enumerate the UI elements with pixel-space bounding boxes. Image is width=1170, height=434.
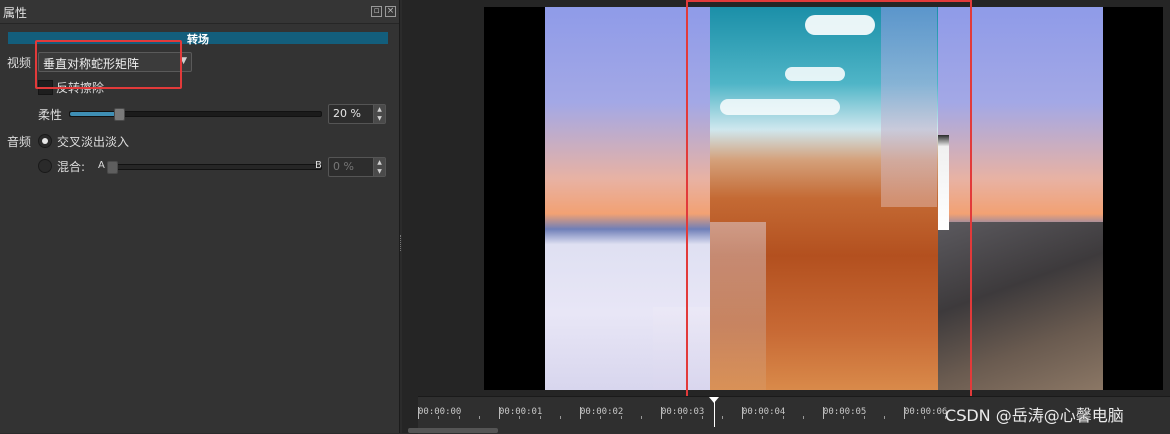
ruler-tick (721, 416, 723, 419)
softness-label: 柔性 (38, 108, 63, 122)
timecode-label: 00:00:05 (823, 407, 867, 417)
ruler-tick (823, 407, 824, 419)
timecode-label: 00:00:04 (742, 407, 786, 417)
timecode-label: 00:00:00 (418, 407, 462, 417)
ruler-tick (802, 416, 804, 419)
ruler-tick (580, 407, 581, 419)
ruler-tick (620, 416, 622, 419)
softness-spin-buttons[interactable]: ▲ ▼ (373, 105, 385, 123)
ruler-tick (904, 407, 905, 419)
watermark-text: CSDN @岳涛@心馨电脑 (945, 406, 1124, 425)
mix-spin-buttons[interactable]: ▲ ▼ (373, 158, 385, 176)
spin-down-icon[interactable]: ▼ (374, 114, 385, 123)
softness-value: 20 % (333, 107, 361, 120)
video-label: 视频 (7, 56, 32, 70)
annotation-highlight-box (35, 40, 182, 89)
ruler-tick (742, 407, 743, 419)
ruler-tick (681, 416, 683, 419)
properties-panel: 属性 ▫ × 转场 视频 垂直对称蛇形矩阵 ▼ 反转擦除 柔性 20 % ▲ ▼… (0, 0, 400, 433)
ruler-tick (782, 416, 784, 419)
spin-up-icon[interactable]: ▲ (374, 158, 385, 167)
ruler-tick (762, 416, 764, 419)
ruler-tick (478, 416, 480, 419)
ruler-tick (499, 407, 500, 419)
close-icon[interactable]: × (385, 6, 396, 17)
timecode-label: 00:00:03 (661, 407, 705, 417)
timecode-label: 00:00:02 (580, 407, 624, 417)
audio-label: 音频 (7, 135, 32, 149)
ruler-tick (438, 416, 440, 419)
crossfade-label: 交叉淡出淡入 (57, 135, 130, 149)
softness-spinbox[interactable]: 20 % ▲ ▼ (328, 104, 386, 124)
mix-slider-handle[interactable] (107, 161, 118, 174)
ruler-tick (863, 416, 865, 419)
softness-slider-fill (70, 112, 121, 116)
ruler-tick (843, 416, 845, 419)
softness-slider[interactable] (69, 111, 322, 117)
float-icon[interactable]: ▫ (371, 6, 382, 17)
mix-label: 混合: (57, 160, 86, 174)
spin-down-icon[interactable]: ▼ (374, 167, 385, 176)
mix-radio[interactable] (38, 159, 52, 173)
panel-title: 属性 (3, 6, 28, 20)
mix-spinbox[interactable]: 0 % ▲ ▼ (328, 157, 386, 177)
ruler-tick (883, 416, 885, 419)
ruler-tick (559, 416, 561, 419)
ruler-tick (418, 407, 419, 419)
mix-value: 0 % (333, 160, 354, 173)
ruler-tick (924, 416, 926, 419)
softness-slider-handle[interactable] (114, 108, 126, 121)
timecode-label: 00:00:06 (904, 407, 948, 417)
ruler-tick (701, 416, 703, 419)
playhead-line[interactable] (714, 397, 715, 427)
mix-a-label: A (98, 160, 105, 171)
ruler-tick (539, 416, 541, 419)
horizontal-scrollbar[interactable] (408, 428, 498, 433)
ruler-tick (661, 407, 662, 419)
mix-b-label: B (315, 160, 322, 171)
spin-up-icon[interactable]: ▲ (374, 105, 385, 114)
mix-slider[interactable] (112, 164, 322, 170)
ruler-tick (519, 416, 521, 419)
annotation-highlight-box (686, 0, 972, 398)
panel-header: 属性 ▫ × (0, 0, 399, 24)
timecode-label: 00:00:01 (499, 407, 543, 417)
ruler-tick (600, 416, 602, 419)
ruler-tick (458, 416, 460, 419)
ruler-tick (640, 416, 642, 419)
crossfade-radio[interactable] (38, 134, 52, 148)
